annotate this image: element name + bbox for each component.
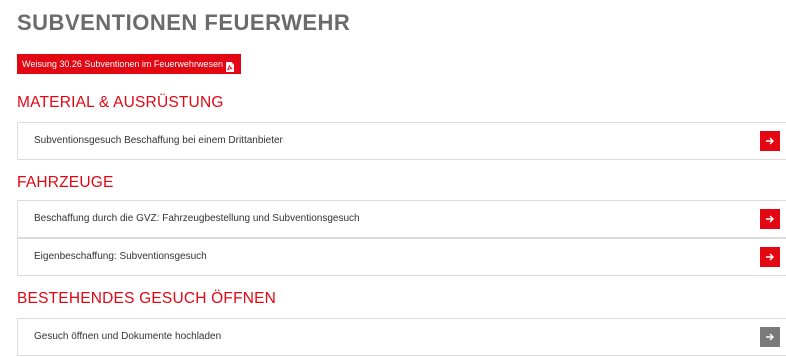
arrow-right-icon[interactable]	[760, 247, 780, 267]
weisung-pdf-link[interactable]: Weisung 30.26 Subventionen im Feuerwehrw…	[17, 54, 241, 74]
section-title-bestehendes-gesuch: BESTEHENDES GESUCH ÖFFNEN	[17, 290, 277, 307]
page-title: SUBVENTIONEN FEUERWEHR	[17, 10, 351, 35]
list-item-eigenbeschaffung[interactable]: Eigenbeschaffung: Subventionsgesuch	[17, 238, 786, 276]
list-item-label: Eigenbeschaffung: Subventionsgesuch	[34, 251, 207, 262]
list-item-label: Subventionsgesuch Beschaffung bei einem …	[34, 135, 283, 146]
arrow-right-icon[interactable]	[760, 209, 780, 229]
pdf-icon	[225, 59, 234, 72]
section-title-fahrzeuge: FAHRZEUGE	[17, 174, 114, 191]
section-title-material: MATERIAL & AUSRÜSTUNG	[17, 94, 224, 111]
weisung-pdf-link-label: Weisung 30.26 Subventionen im Feuerwehrw…	[22, 59, 223, 69]
list-item-label: Gesuch öffnen und Dokumente hochladen	[34, 331, 222, 342]
arrow-right-icon[interactable]	[760, 327, 780, 347]
list-item-gvz-beschaffung[interactable]: Beschaffung durch die GVZ: Fahrzeugbeste…	[17, 200, 786, 238]
list-item-drittanbieter[interactable]: Subventionsgesuch Beschaffung bei einem …	[17, 122, 786, 160]
page: SUBVENTIONEN FEUERWEHR Weisung 30.26 Sub…	[0, 0, 786, 357]
list-item-label: Beschaffung durch die GVZ: Fahrzeugbeste…	[34, 213, 360, 224]
arrow-right-icon[interactable]	[760, 131, 780, 151]
list-item-gesuch-oeffnen[interactable]: Gesuch öffnen und Dokumente hochladen	[17, 318, 786, 356]
